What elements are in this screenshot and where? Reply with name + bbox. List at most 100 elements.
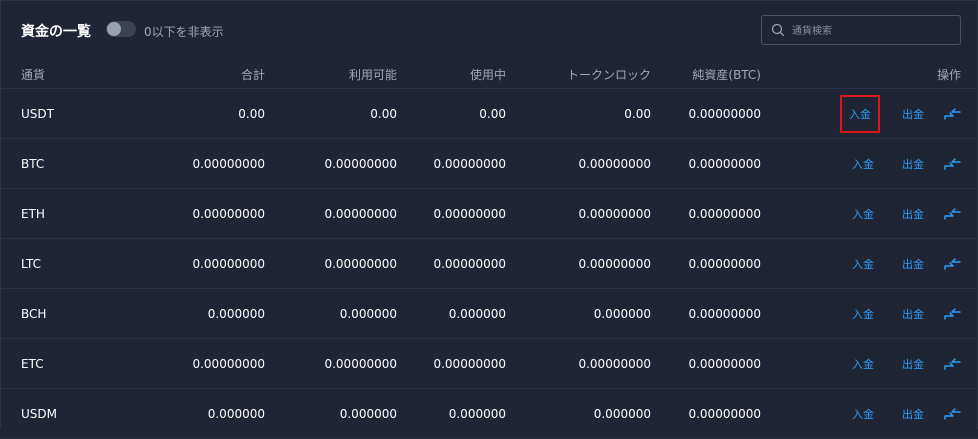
- withdraw-button[interactable]: 出金: [898, 153, 928, 175]
- withdraw-button[interactable]: 出金: [898, 303, 928, 325]
- cell-net-btc: 0.00000000: [651, 338, 761, 389]
- search-box[interactable]: [761, 15, 961, 46]
- withdraw-button[interactable]: 出金: [898, 353, 928, 375]
- hide-zero-label: 0以下を非表示: [144, 25, 224, 39]
- cell-total: 0.00000000: [120, 138, 265, 189]
- action-group: 入金 出金: [761, 303, 961, 325]
- toggle-knob: [107, 22, 121, 36]
- cell-actions: 入金 出金: [761, 188, 978, 239]
- cell-available: 0.00000000: [265, 238, 397, 289]
- transfer-icon[interactable]: [944, 207, 961, 220]
- cell-net-btc: 0.00000000: [651, 88, 761, 139]
- deposit-button[interactable]: 入金: [848, 403, 878, 425]
- transfer-icon[interactable]: [944, 307, 961, 320]
- cell-token-lock: 0.00000000: [506, 238, 651, 289]
- table-row: USDM 0.000000 0.000000 0.000000 0.000000…: [0, 388, 978, 439]
- table-row: USDT 0.00 0.00 0.00 0.00 0.00000000 入金 出…: [0, 88, 978, 139]
- cell-in-use: 0.00: [397, 88, 506, 139]
- deposit-button[interactable]: 入金: [848, 253, 878, 275]
- col-header-actions: 操作: [761, 60, 978, 89]
- cell-net-btc: 0.00000000: [651, 238, 761, 289]
- cell-actions: 入金 出金: [761, 138, 978, 189]
- cell-total: 0.000000: [120, 288, 265, 339]
- header: 資金の一覧 0以下を非表示: [0, 0, 978, 60]
- cell-token-lock: 0.00: [506, 88, 651, 139]
- table-row: BCH 0.000000 0.000000 0.000000 0.000000 …: [0, 288, 978, 339]
- cell-net-btc: 0.00000000: [651, 138, 761, 189]
- table-header-row: 通貨 合計 利用可能 使用中 トークンロック 純資産(BTC) 操作: [0, 60, 978, 89]
- col-header-net-btc: 純資産(BTC): [651, 60, 761, 89]
- cell-currency: BCH: [0, 288, 120, 339]
- cell-in-use: 0.000000: [397, 388, 506, 439]
- cell-total: 0.00000000: [120, 238, 265, 289]
- deposit-button[interactable]: 入金: [848, 353, 878, 375]
- action-group: 入金 出金: [761, 203, 961, 225]
- withdraw-button[interactable]: 出金: [898, 403, 928, 425]
- cell-total: 0.00: [120, 88, 265, 139]
- cell-token-lock: 0.000000: [506, 288, 651, 339]
- cell-total: 0.00000000: [120, 338, 265, 389]
- action-group: 入金 出金: [761, 353, 961, 375]
- transfer-icon[interactable]: [944, 407, 961, 420]
- table-row: BTC 0.00000000 0.00000000 0.00000000 0.0…: [0, 138, 978, 189]
- cell-in-use: 0.00000000: [397, 188, 506, 239]
- cell-available: 0.000000: [265, 288, 397, 339]
- cell-available: 0.000000: [265, 388, 397, 439]
- cell-in-use: 0.00000000: [397, 138, 506, 189]
- action-group: 入金 出金: [761, 403, 961, 425]
- col-header-available: 利用可能: [265, 60, 397, 89]
- cell-total: 0.00000000: [120, 188, 265, 239]
- table-row: ETC 0.00000000 0.00000000 0.00000000 0.0…: [0, 338, 978, 389]
- funds-table: 通貨 合計 利用可能 使用中 トークンロック 純資産(BTC) 操作 USDT …: [0, 60, 978, 439]
- deposit-button[interactable]: 入金: [848, 303, 878, 325]
- cell-token-lock: 0.00000000: [506, 138, 651, 189]
- col-header-in-use: 使用中: [397, 60, 506, 89]
- cell-currency: ETC: [0, 338, 120, 389]
- deposit-button[interactable]: 入金: [848, 203, 878, 225]
- search-input[interactable]: [790, 16, 954, 46]
- cell-net-btc: 0.00000000: [651, 288, 761, 339]
- page-title: 資金の一覧: [21, 24, 91, 40]
- transfer-icon[interactable]: [944, 157, 961, 170]
- hide-zero-toggle[interactable]: [106, 21, 136, 37]
- cell-net-btc: 0.00000000: [651, 388, 761, 439]
- cell-actions: 入金 出金: [761, 338, 978, 389]
- cell-currency: LTC: [0, 238, 120, 289]
- action-group: 入金 出金: [761, 94, 961, 133]
- cell-token-lock: 0.00000000: [506, 188, 651, 239]
- cell-currency: ETH: [0, 188, 120, 239]
- cell-in-use: 0.00000000: [397, 338, 506, 389]
- action-group: 入金 出金: [761, 153, 961, 175]
- cell-currency: BTC: [0, 138, 120, 189]
- cell-actions: 入金 出金: [761, 288, 978, 339]
- cell-in-use: 0.000000: [397, 288, 506, 339]
- transfer-icon[interactable]: [944, 257, 961, 270]
- cell-actions: 入金 出金: [761, 88, 978, 139]
- action-group: 入金 出金: [761, 253, 961, 275]
- cell-in-use: 0.00000000: [397, 238, 506, 289]
- cell-token-lock: 0.00000000: [506, 338, 651, 389]
- cell-currency: USDT: [0, 88, 120, 139]
- col-header-currency: 通貨: [0, 60, 120, 89]
- cell-net-btc: 0.00000000: [651, 188, 761, 239]
- cell-available: 0.00000000: [265, 338, 397, 389]
- cell-available: 0.00: [265, 88, 397, 139]
- withdraw-button[interactable]: 出金: [898, 253, 928, 275]
- search-icon: [771, 23, 785, 37]
- cell-actions: 入金 出金: [761, 388, 978, 439]
- cell-token-lock: 0.000000: [506, 388, 651, 439]
- cell-currency: USDM: [0, 388, 120, 439]
- withdraw-button[interactable]: 出金: [898, 203, 928, 225]
- cell-actions: 入金 出金: [761, 238, 978, 289]
- table-row: ETH 0.00000000 0.00000000 0.00000000 0.0…: [0, 188, 978, 239]
- transfer-icon[interactable]: [944, 107, 961, 120]
- deposit-button[interactable]: 入金: [840, 94, 880, 133]
- col-header-token-lock: トークンロック: [506, 60, 651, 89]
- table-row: LTC 0.00000000 0.00000000 0.00000000 0.0…: [0, 238, 978, 289]
- col-header-total: 合計: [120, 60, 265, 89]
- cell-total: 0.000000: [120, 388, 265, 439]
- cell-available: 0.00000000: [265, 138, 397, 189]
- transfer-icon[interactable]: [944, 357, 961, 370]
- deposit-button[interactable]: 入金: [848, 153, 878, 175]
- withdraw-button[interactable]: 出金: [898, 103, 928, 125]
